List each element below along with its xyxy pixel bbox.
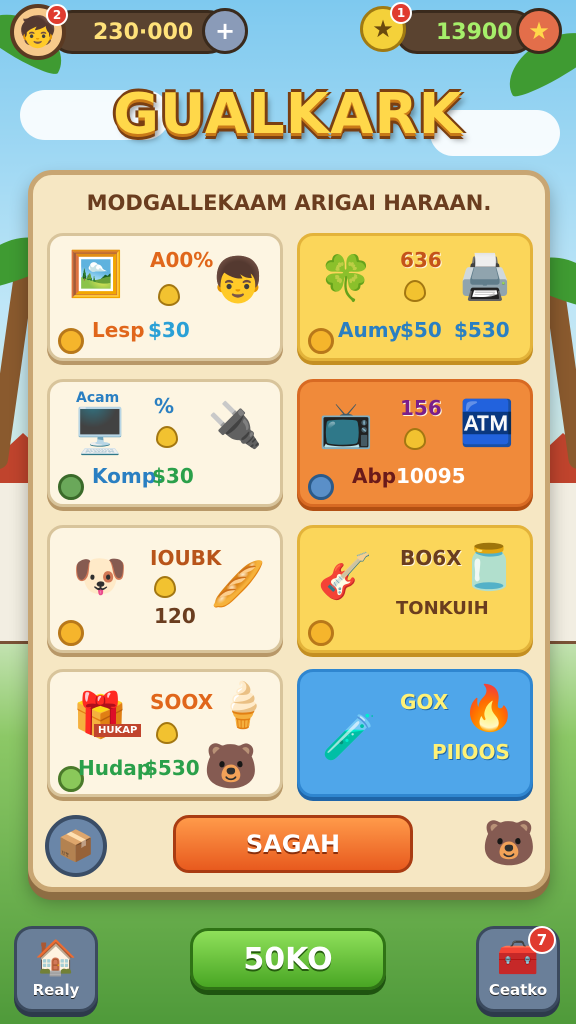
card-label: TONKUIH (396, 598, 489, 619)
card-price: $50 (400, 318, 442, 342)
jar-icon: 🫙 (461, 542, 517, 593)
card-percent: 636 (400, 248, 442, 272)
card-percent: SOOX (150, 690, 214, 714)
gem-icon (154, 576, 176, 598)
avatar-notification-badge: 2 (46, 4, 68, 26)
card-price-2: $530 (454, 318, 510, 342)
play-label: 50KO (243, 941, 333, 977)
arcade-icon: 📺 (318, 400, 374, 451)
play-button[interactable]: 50KO (190, 928, 386, 990)
character-face-icon: 👦 (210, 255, 266, 306)
panel-heading: MODGALLEKAAM ARIGAI HARAAN. (86, 191, 492, 215)
coin-icon (308, 620, 334, 646)
card-price: $30 (148, 318, 190, 342)
gem-notification-badge: 1 (390, 2, 412, 24)
rolling-pin-icon: 🥖 (210, 559, 266, 610)
house-icon: 🏠 (34, 938, 78, 978)
bear-mascot-button[interactable]: 🐻 (477, 811, 541, 875)
card-percent: A00% (150, 248, 214, 272)
card-label: PIIOOS (432, 740, 510, 764)
coin-icon (58, 620, 84, 646)
bear-jar-icon: 🐻 (203, 741, 259, 792)
card-price: 10095 (396, 464, 466, 488)
gem-icon (404, 280, 426, 302)
gem-icon (156, 722, 178, 744)
fire-box-icon: 🔥 (461, 683, 517, 734)
art-caption: HUKAP (94, 724, 142, 737)
card-label: Aumy (338, 318, 402, 342)
coin-icon (308, 474, 334, 500)
shop-card-4[interactable]: 📺 156 🏧 Abp 10095 (297, 379, 533, 507)
shop-panel: MODGALLEKAAM ARIGAI HARAAN. 🖼️ A00% 👦 Le… (28, 170, 550, 892)
gem-counter: 13900 (395, 10, 535, 54)
coin-icon (58, 328, 84, 354)
shop-card-3[interactable]: Acam 🖥️ % 🔌 Komp. $30 (47, 379, 283, 507)
gem-amount: 13900 (436, 19, 513, 45)
home-button[interactable]: 🏠 Realy (14, 926, 98, 1012)
shop-card-8[interactable]: 🧪 GOX 🔥 PIIOOS (297, 669, 533, 797)
guitar-icon: 🎸 (317, 551, 373, 602)
home-label: Realy (32, 981, 80, 999)
favorites-button[interactable]: ★ (516, 8, 562, 54)
gem-icon (404, 428, 426, 450)
monitor-icon: 🖥️ (72, 406, 128, 457)
picture-frame-icon: 🖼️ (68, 249, 124, 300)
shop-card-5[interactable]: 🐶 IOUBK 🥖 120 (47, 525, 283, 653)
bottle-icon: 🧪 (321, 712, 377, 763)
card-label: Lesp (92, 318, 145, 342)
search-button[interactable]: SAGAH (173, 815, 413, 873)
puppy-icon: 🐶 (72, 551, 128, 602)
gem-icon (158, 284, 180, 306)
coin-icon (308, 328, 334, 354)
card-percent: % (154, 394, 175, 418)
coin-amount: 230·000 (93, 19, 194, 45)
craft-label: Ceatko (488, 981, 548, 999)
game-title: GUALKARK (113, 82, 463, 147)
coin-icon (58, 474, 84, 500)
shop-card-7[interactable]: 🎁 HUKAP SOOX 🍦 🐻 Hudap $530 (47, 669, 283, 797)
clover-icon: 🍀 (318, 253, 374, 304)
swirl-icon: 🍦 (215, 680, 271, 731)
star-icon: ★ (528, 17, 550, 45)
treasure-icon: 🎁 (72, 690, 128, 741)
star-gem-icon: ★ (372, 15, 394, 43)
card-label: Hudap (78, 756, 152, 780)
shop-card-6[interactable]: 🎸 BO6X 🫙 TONKUIH (297, 525, 533, 653)
card-price: $530 (144, 756, 200, 780)
card-price: $30 (152, 464, 194, 488)
cube-icon: 📦 (57, 828, 95, 864)
plus-icon: + (214, 17, 236, 45)
add-coins-button[interactable]: + (202, 8, 248, 54)
inventory-button[interactable]: 📦 (45, 815, 107, 877)
card-percent: GOX (400, 690, 449, 714)
card-price: 120 (154, 604, 196, 628)
craft-notification-badge: 7 (528, 926, 556, 954)
bear-icon: 🐻 (481, 818, 537, 869)
card-percent: BO6X (400, 546, 462, 570)
search-label: SAGAH (245, 830, 341, 858)
machine-icon: 🏧 (459, 398, 515, 449)
gem-icon (156, 426, 178, 448)
shop-card-2[interactable]: 🍀 636 🖨️ Aumy $50 $530 (297, 233, 533, 361)
card-percent: 156 (400, 396, 442, 420)
shop-card-1[interactable]: 🖼️ A00% 👦 Lesp $30 (47, 233, 283, 361)
card-label: Abp (352, 464, 397, 488)
blender-icon: 🔌 (207, 400, 263, 451)
cash-register-icon: 🖨️ (457, 252, 513, 303)
